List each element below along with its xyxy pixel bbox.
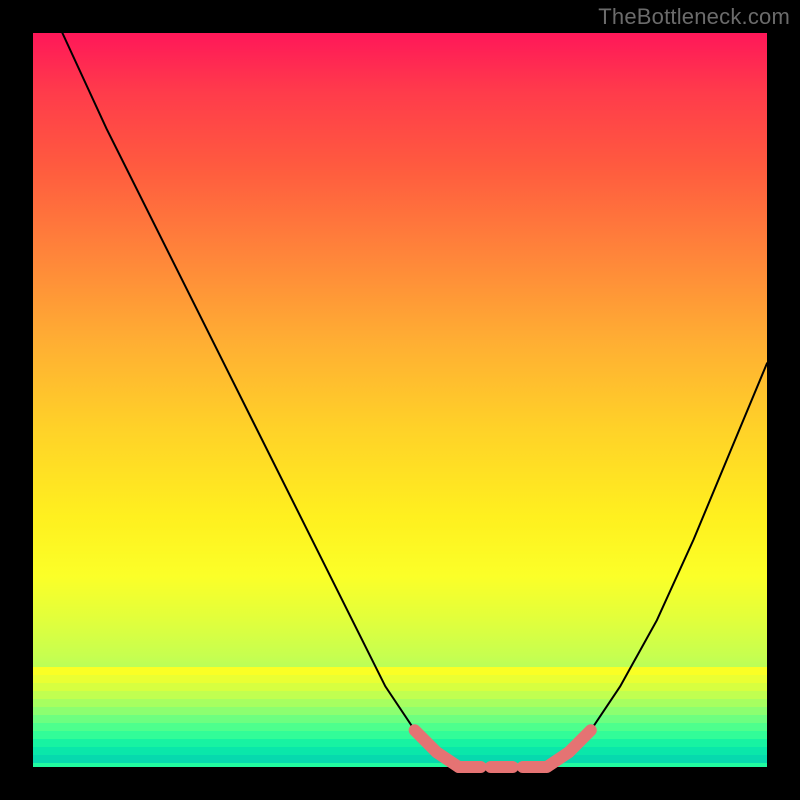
watermark-text: TheBottleneck.com bbox=[598, 4, 790, 30]
curve-left bbox=[62, 33, 458, 767]
highlight-right bbox=[547, 730, 591, 767]
curve-right bbox=[547, 363, 767, 767]
chart-svg bbox=[33, 33, 767, 767]
chart-frame: TheBottleneck.com bbox=[0, 0, 800, 800]
highlight-left bbox=[415, 730, 459, 767]
